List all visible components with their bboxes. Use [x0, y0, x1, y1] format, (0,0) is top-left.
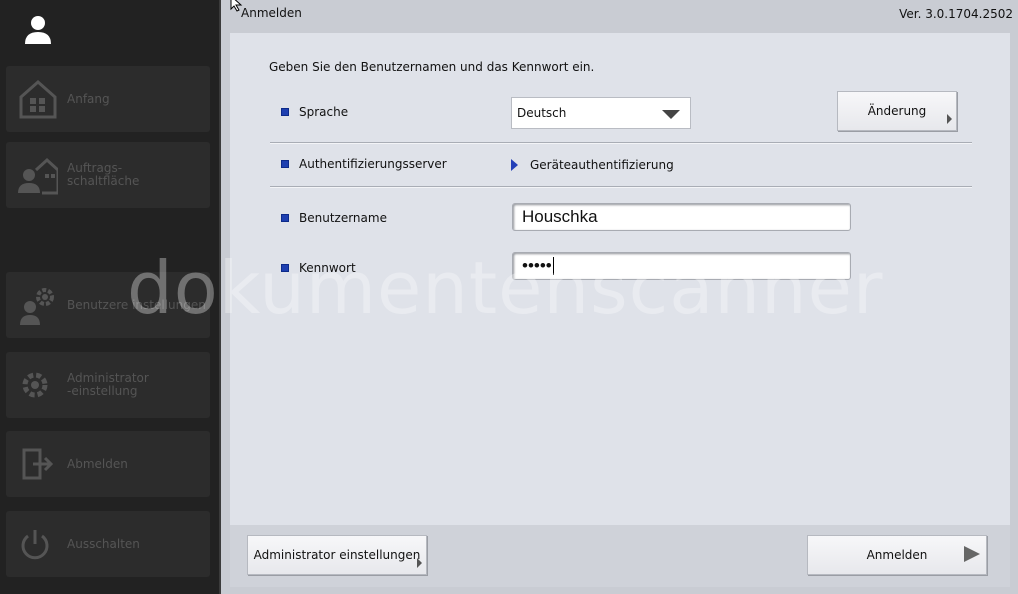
sidebar-item-auftragsschaltflaeche[interactable]: Auftrags- schaltfläche: [6, 142, 210, 208]
dropdown-arrow-icon: [662, 110, 680, 119]
logout-icon: [22, 448, 54, 480]
sidebar-item-label: Administrator -einstellung: [67, 371, 149, 398]
gear-icon: [22, 372, 48, 398]
password-value: •••••: [522, 256, 552, 275]
instruction-text: Geben Sie den Benutzernamen und das Kenn…: [269, 60, 595, 74]
job-button-icon: [18, 157, 58, 195]
divider: [270, 186, 972, 188]
language-select-value: Deutsch: [517, 106, 567, 120]
login-screen: Anmelden Ver. 3.0.1704.2502 Geben Sie de…: [221, 0, 1018, 594]
password-label: Kennwort: [299, 261, 356, 275]
sidebar-item-label: Benutzere instellungen: [67, 297, 206, 312]
divider: [270, 142, 972, 144]
password-input[interactable]: •••••: [512, 252, 851, 280]
language-label: Sprache: [299, 105, 349, 119]
password-label-row: Kennwort: [281, 261, 356, 275]
change-button-label: Änderung: [867, 104, 927, 118]
change-language-button[interactable]: Änderung: [837, 91, 957, 131]
username-label: Benutzername: [299, 211, 387, 225]
window-title: Anmelden: [241, 6, 302, 20]
login-button-label: Anmelden: [866, 548, 928, 562]
version-label: Ver. 3.0.1704.2502: [899, 7, 1013, 21]
user-icon: [25, 16, 51, 44]
language-select[interactable]: Deutsch: [511, 97, 691, 129]
login-button[interactable]: Anmelden: [807, 535, 987, 575]
username-label-row: Benutzername: [281, 211, 387, 225]
username-input[interactable]: Houschka: [512, 203, 851, 231]
sidebar-item-label: Ausschalten: [67, 536, 140, 551]
admin-settings-label: Administrator einstellungen: [253, 548, 421, 562]
bullet-icon: [281, 264, 289, 272]
sidebar-item-abmelden[interactable]: Abmelden: [6, 431, 210, 497]
admin-settings-button[interactable]: Administrator einstellungen: [247, 535, 427, 575]
auth-server-value: Geräteauthentifizierung: [530, 158, 674, 172]
auth-server-label-row: Authentifizierungsserver: [281, 157, 447, 171]
auth-server-label: Authentifizierungsserver: [299, 157, 447, 171]
sidebar-item-label: Auftrags- schaltfläche: [67, 161, 140, 188]
bullet-icon: [281, 108, 289, 116]
bullet-icon: [281, 214, 289, 222]
bullet-icon: [281, 160, 289, 168]
sidebar-item-label: Anfang: [67, 91, 110, 106]
sidebar: Anfang Auftrags- schaltfläche Benutzere …: [0, 0, 219, 594]
language-label-row: Sprache: [281, 105, 348, 119]
text-caret: [552, 257, 554, 275]
home-icon: [19, 79, 57, 119]
triangle-right-icon: [511, 159, 518, 171]
username-value: Houschka: [522, 207, 598, 226]
sidebar-item-anfang[interactable]: Anfang: [6, 66, 210, 132]
corner-arrow-icon: [947, 114, 952, 124]
footer-bar: Administrator einstellungen Anmelden: [230, 525, 1010, 587]
login-panel: Geben Sie den Benutzernamen und das Kenn…: [230, 33, 1010, 525]
user-settings-icon: [20, 288, 54, 325]
sidebar-item-ausschalten[interactable]: Ausschalten: [6, 511, 210, 577]
power-icon: [21, 530, 49, 560]
sidebar-item-label: Abmelden: [67, 456, 128, 471]
play-arrow-icon: [964, 546, 980, 562]
corner-arrow-icon: [417, 558, 422, 568]
sidebar-item-benutzereinstellungen[interactable]: Benutzere instellungen: [6, 272, 210, 338]
sidebar-item-administratoreinstellung[interactable]: Administrator -einstellung: [6, 352, 210, 418]
auth-server-link[interactable]: Geräteauthentifizierung: [511, 158, 674, 172]
